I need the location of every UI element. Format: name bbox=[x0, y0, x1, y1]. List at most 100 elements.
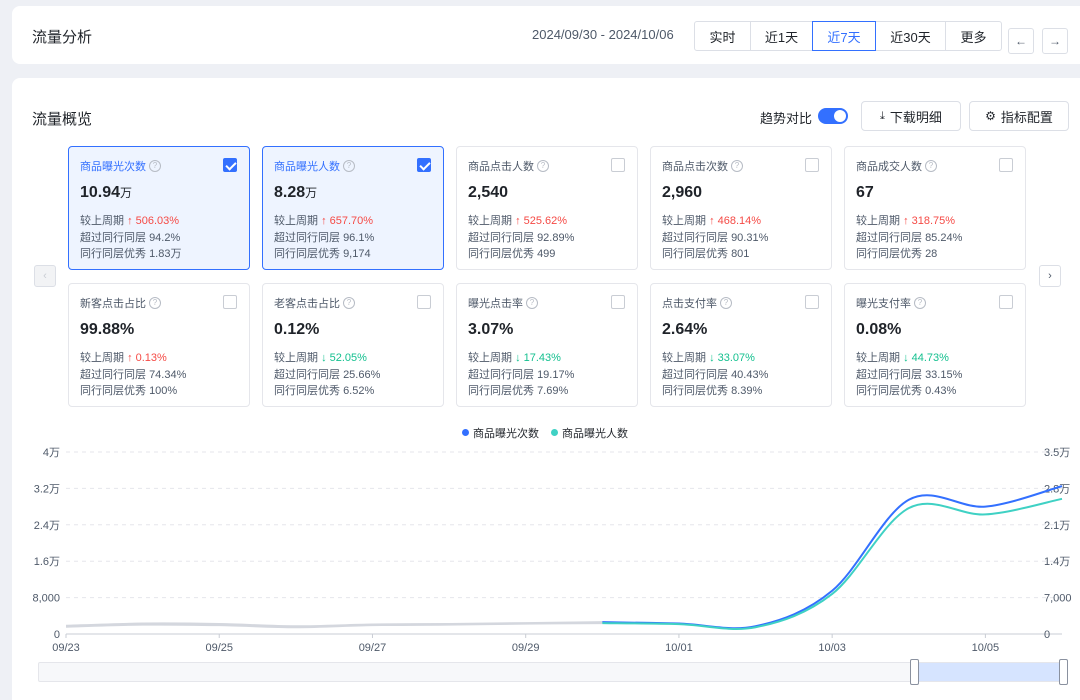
overview-title: 流量概览 bbox=[32, 111, 93, 128]
period-more-button[interactable]: 更多 bbox=[945, 21, 1002, 51]
period-7d-button[interactable]: 近7天 bbox=[812, 21, 876, 51]
next-period-button[interactable]: → bbox=[1042, 28, 1068, 54]
change-up-icon: ↑ bbox=[321, 215, 327, 227]
change-up-icon: ↑ bbox=[709, 215, 715, 227]
metric-value: 8.28万 bbox=[274, 184, 318, 201]
metric-checkbox[interactable] bbox=[417, 158, 431, 172]
metric-card[interactable]: 新客点击占比? 99.88% 较上周期 ↑ 0.13% 超过同行同层 74.34% 同行… bbox=[68, 283, 250, 407]
metric-excellent: 1.83万 bbox=[149, 248, 182, 260]
cards-next-button[interactable]: › bbox=[1039, 265, 1061, 287]
metric-details: 较上周期 ↑ 318.75% 超过同行同层 85.24% 同行同层优秀 28 bbox=[856, 215, 963, 260]
metric-excellent: 100% bbox=[149, 385, 178, 397]
metric-checkbox[interactable] bbox=[805, 295, 819, 309]
metric-checkbox[interactable] bbox=[611, 158, 625, 172]
metric-card[interactable]: 曝光点击率? 3.07% 较上周期 ↓ 17.43% 超过同行同层 19.17% 同行同… bbox=[456, 283, 638, 407]
metric-details: 较上周期 ↑ 468.14% 超过同行同层 90.31% 同行同层优秀 801 bbox=[662, 215, 769, 260]
metric-exceed: 85.24% bbox=[925, 231, 963, 244]
metric-excellent: 801 bbox=[731, 248, 750, 260]
metric-card[interactable]: 商品曝光次数? 10.94万 较上周期 ↑ 506.03% 超过同行同层 94.2% 同… bbox=[68, 146, 250, 270]
metric-change: 468.14% bbox=[717, 215, 762, 227]
download-label: 下载明细 bbox=[889, 109, 942, 125]
period-1d-button[interactable]: 近1天 bbox=[750, 21, 813, 51]
page-title: 流量分析 bbox=[32, 29, 93, 46]
help-icon[interactable]: ? bbox=[914, 297, 926, 309]
metric-excellent: 499 bbox=[537, 248, 556, 260]
metric-details: 较上周期 ↓ 52.05% 超过同行同层 25.66% 同行同层优秀 6.52% bbox=[274, 352, 381, 397]
metric-value: 0.08% bbox=[856, 321, 902, 338]
change-up-icon: ↑ bbox=[127, 215, 133, 227]
metric-change: 44.73% bbox=[911, 352, 949, 364]
legend-item-impressions[interactable]: 商品曝光次数 bbox=[462, 425, 539, 441]
metric-value: 67 bbox=[856, 184, 874, 201]
help-icon[interactable]: ? bbox=[720, 297, 732, 309]
metric-value: 99.88% bbox=[80, 321, 135, 338]
metric-name: 商品曝光次数? bbox=[80, 158, 161, 174]
help-icon[interactable]: ? bbox=[149, 297, 161, 309]
period-realtime-button[interactable]: 实时 bbox=[694, 21, 751, 51]
slider-right-handle[interactable] bbox=[1059, 659, 1068, 685]
metric-checkbox[interactable] bbox=[999, 295, 1013, 309]
metric-card[interactable]: 曝光支付率? 0.08% 较上周期 ↓ 44.73% 超过同行同层 33.15% 同行同… bbox=[844, 283, 1026, 407]
change-up-icon: ↑ bbox=[127, 352, 133, 364]
period-selector: 实时 近1天 近7天 近30天 更多 bbox=[694, 21, 1002, 51]
help-icon[interactable]: ? bbox=[343, 160, 355, 172]
metric-excellent: 9,174 bbox=[343, 248, 371, 260]
help-icon[interactable]: ? bbox=[537, 160, 549, 172]
legend-item-visitors[interactable]: 商品曝光人数 bbox=[551, 425, 628, 441]
metric-exceed: 92.89% bbox=[537, 231, 575, 244]
cards-prev-button[interactable]: ‹ bbox=[34, 265, 56, 287]
metric-change: 0.13% bbox=[135, 352, 167, 364]
trend-compare-toggle[interactable] bbox=[818, 108, 848, 124]
slider-left-handle[interactable] bbox=[910, 659, 919, 685]
metric-card[interactable]: 点击支付率? 2.64% 较上周期 ↓ 33.07% 超过同行同层 40.43% 同行同… bbox=[650, 283, 832, 407]
metric-details: 较上周期 ↑ 506.03% 超过同行同层 94.2% 同行同层优秀 1.83万 bbox=[80, 215, 182, 260]
metric-name: 曝光点击率? bbox=[468, 295, 538, 311]
help-icon[interactable]: ? bbox=[925, 160, 937, 172]
change-up-icon: ↑ bbox=[515, 215, 521, 227]
change-down-icon: ↓ bbox=[515, 352, 521, 364]
metric-card[interactable]: 商品点击次数? 2,960 较上周期 ↑ 468.14% 超过同行同层 90.31% 同… bbox=[650, 146, 832, 270]
metric-excellent: 7.69% bbox=[537, 385, 569, 397]
metric-details: 较上周期 ↑ 657.70% 超过同行同层 96.1% 同行同层优秀 9,174 bbox=[274, 215, 375, 260]
metric-card[interactable]: 商品成交人数? 67 较上周期 ↑ 318.75% 超过同行同层 85.24% 同行同层… bbox=[844, 146, 1026, 270]
metric-details: 较上周期 ↓ 44.73% 超过同行同层 33.15% 同行同层优秀 0.43% bbox=[856, 352, 963, 397]
metric-name: 商品点击人数? bbox=[468, 158, 549, 174]
metric-config-button[interactable]: ⚙ 指标配置 bbox=[969, 101, 1069, 131]
metric-card[interactable]: 老客点击占比? 0.12% 较上周期 ↓ 52.05% 超过同行同层 25.66% 同行… bbox=[262, 283, 444, 407]
metric-change: 17.43% bbox=[523, 352, 561, 364]
change-down-icon: ↓ bbox=[709, 352, 715, 364]
gear-icon: ⚙ bbox=[985, 109, 996, 123]
metric-exceed: 40.43% bbox=[731, 368, 769, 381]
metric-card[interactable]: 商品点击人数? 2,540 较上周期 ↑ 525.62% 超过同行同层 92.89% 同… bbox=[456, 146, 638, 270]
chart-legend: 商品曝光次数 商品曝光人数 bbox=[462, 425, 628, 441]
help-icon[interactable]: ? bbox=[343, 297, 355, 309]
change-down-icon: ↓ bbox=[903, 352, 909, 364]
top-bar: 流量分析 2024/09/30 - 2024/10/06 实时 近1天 近7天 … bbox=[12, 6, 1080, 64]
metric-checkbox[interactable] bbox=[611, 295, 625, 309]
help-icon[interactable]: ? bbox=[731, 160, 743, 172]
metric-name: 商品成交人数? bbox=[856, 158, 937, 174]
help-icon[interactable]: ? bbox=[526, 297, 538, 309]
period-30d-button[interactable]: 近30天 bbox=[875, 21, 946, 51]
metric-change: 33.07% bbox=[717, 352, 755, 364]
download-detail-button[interactable]: ⤓ 下载明细 bbox=[861, 101, 961, 131]
trend-compare-label: 趋势对比 bbox=[760, 111, 813, 126]
legend-dot bbox=[462, 429, 469, 436]
metric-card[interactable]: 商品曝光人数? 8.28万 较上周期 ↑ 657.70% 超过同行同层 96.1% 同行… bbox=[262, 146, 444, 270]
metric-checkbox[interactable] bbox=[223, 158, 237, 172]
slider-selection bbox=[915, 663, 1065, 681]
change-up-icon: ↑ bbox=[903, 215, 909, 227]
metric-checkbox[interactable] bbox=[999, 158, 1013, 172]
metric-name: 新客点击占比? bbox=[80, 295, 161, 311]
metric-excellent: 8.39% bbox=[731, 385, 763, 397]
metric-change: 525.62% bbox=[523, 215, 568, 227]
metric-name: 商品点击次数? bbox=[662, 158, 743, 174]
metric-exceed: 33.15% bbox=[925, 368, 963, 381]
prev-period-button[interactable]: ← bbox=[1008, 28, 1034, 54]
date-range: 2024/09/30 - 2024/10/06 bbox=[532, 27, 674, 42]
help-icon[interactable]: ? bbox=[149, 160, 161, 172]
time-range-slider[interactable] bbox=[38, 659, 1068, 685]
metric-checkbox[interactable] bbox=[417, 295, 431, 309]
metric-checkbox[interactable] bbox=[223, 295, 237, 309]
metric-checkbox[interactable] bbox=[805, 158, 819, 172]
